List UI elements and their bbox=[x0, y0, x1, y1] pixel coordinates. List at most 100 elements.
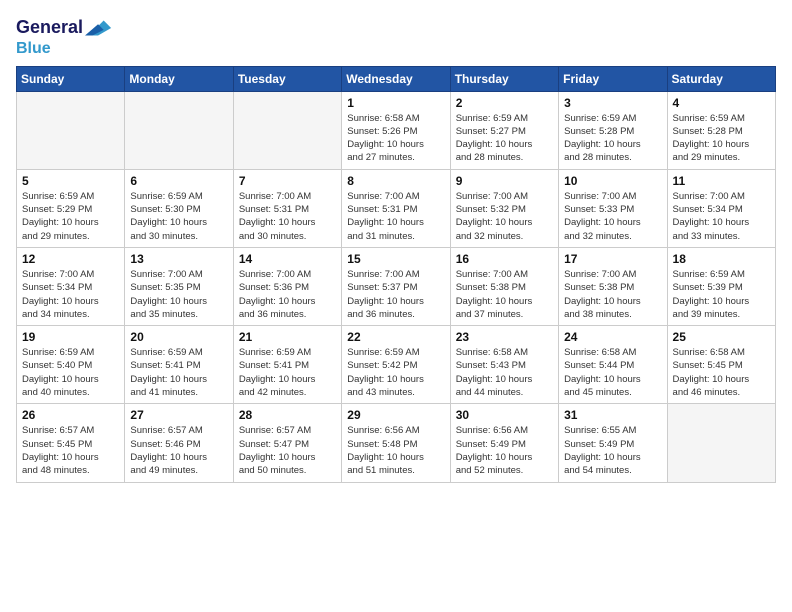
calendar-cell bbox=[233, 91, 341, 169]
day-number: 18 bbox=[673, 252, 770, 266]
calendar-week-4: 26 Sunrise: 6:57 AM Sunset: 5:45 PM Dayli… bbox=[17, 404, 776, 482]
day-info: Sunrise: 7:00 AM Sunset: 5:34 PM Dayligh… bbox=[22, 268, 119, 321]
day-number: 1 bbox=[347, 96, 444, 110]
calendar-table: SundayMondayTuesdayWednesdayThursdayFrid… bbox=[16, 66, 776, 483]
calendar-cell: 26 Sunrise: 6:57 AM Sunset: 5:45 PM Dayli… bbox=[17, 404, 125, 482]
day-info: Sunrise: 6:55 AM Sunset: 5:49 PM Dayligh… bbox=[564, 424, 661, 477]
calendar-week-0: 1 Sunrise: 6:58 AM Sunset: 5:26 PM Daylig… bbox=[17, 91, 776, 169]
day-number: 29 bbox=[347, 408, 444, 422]
logo-text: General bbox=[16, 18, 83, 38]
calendar-cell: 18 Sunrise: 6:59 AM Sunset: 5:39 PM Dayli… bbox=[667, 247, 775, 325]
day-number: 27 bbox=[130, 408, 227, 422]
day-info: Sunrise: 6:59 AM Sunset: 5:28 PM Dayligh… bbox=[673, 112, 770, 165]
day-number: 7 bbox=[239, 174, 336, 188]
day-info: Sunrise: 7:00 AM Sunset: 5:35 PM Dayligh… bbox=[130, 268, 227, 321]
col-header-sunday: Sunday bbox=[17, 66, 125, 91]
logo-icon bbox=[85, 16, 113, 40]
day-number: 31 bbox=[564, 408, 661, 422]
calendar-cell: 4 Sunrise: 6:59 AM Sunset: 5:28 PM Daylig… bbox=[667, 91, 775, 169]
calendar-cell: 13 Sunrise: 7:00 AM Sunset: 5:35 PM Dayli… bbox=[125, 247, 233, 325]
calendar-cell: 3Sunrise: 6:59 AM Sunset: 5:28 PM Daylig… bbox=[559, 91, 667, 169]
calendar-cell: 31 Sunrise: 6:55 AM Sunset: 5:49 PM Dayli… bbox=[559, 404, 667, 482]
logo: General Blue bbox=[16, 16, 113, 58]
calendar-week-2: 12 Sunrise: 7:00 AM Sunset: 5:34 PM Dayli… bbox=[17, 247, 776, 325]
calendar-header-row: SundayMondayTuesdayWednesdayThursdayFrid… bbox=[17, 66, 776, 91]
calendar-cell: 28Sunrise: 6:57 AM Sunset: 5:47 PM Dayli… bbox=[233, 404, 341, 482]
day-number: 8 bbox=[347, 174, 444, 188]
day-info: Sunrise: 6:59 AM Sunset: 5:27 PM Dayligh… bbox=[456, 112, 553, 165]
day-number: 23 bbox=[456, 330, 553, 344]
day-number: 19 bbox=[22, 330, 119, 344]
day-number: 28 bbox=[239, 408, 336, 422]
day-info: Sunrise: 6:59 AM Sunset: 5:28 PM Dayligh… bbox=[564, 112, 661, 165]
calendar-cell: 25Sunrise: 6:58 AM Sunset: 5:45 PM Dayli… bbox=[667, 326, 775, 404]
calendar-cell: 19Sunrise: 6:59 AM Sunset: 5:40 PM Dayli… bbox=[17, 326, 125, 404]
col-header-wednesday: Wednesday bbox=[342, 66, 450, 91]
calendar-week-3: 19Sunrise: 6:59 AM Sunset: 5:40 PM Dayli… bbox=[17, 326, 776, 404]
calendar-cell: 7 Sunrise: 7:00 AM Sunset: 5:31 PM Daylig… bbox=[233, 169, 341, 247]
day-info: Sunrise: 7:00 AM Sunset: 5:33 PM Dayligh… bbox=[564, 190, 661, 243]
day-info: Sunrise: 6:57 AM Sunset: 5:45 PM Dayligh… bbox=[22, 424, 119, 477]
calendar-cell: 27Sunrise: 6:57 AM Sunset: 5:46 PM Dayli… bbox=[125, 404, 233, 482]
calendar-cell bbox=[17, 91, 125, 169]
day-info: Sunrise: 7:00 AM Sunset: 5:37 PM Dayligh… bbox=[347, 268, 444, 321]
day-info: Sunrise: 6:59 AM Sunset: 5:29 PM Dayligh… bbox=[22, 190, 119, 243]
day-info: Sunrise: 6:59 AM Sunset: 5:41 PM Dayligh… bbox=[130, 346, 227, 399]
day-info: Sunrise: 7:00 AM Sunset: 5:34 PM Dayligh… bbox=[673, 190, 770, 243]
day-number: 24 bbox=[564, 330, 661, 344]
calendar-cell: 5 Sunrise: 6:59 AM Sunset: 5:29 PM Daylig… bbox=[17, 169, 125, 247]
calendar-cell: 30 Sunrise: 6:56 AM Sunset: 5:49 PM Dayli… bbox=[450, 404, 558, 482]
day-number: 2 bbox=[456, 96, 553, 110]
day-info: Sunrise: 7:00 AM Sunset: 5:38 PM Dayligh… bbox=[564, 268, 661, 321]
day-number: 26 bbox=[22, 408, 119, 422]
day-number: 30 bbox=[456, 408, 553, 422]
calendar-cell: 6 Sunrise: 6:59 AM Sunset: 5:30 PM Daylig… bbox=[125, 169, 233, 247]
day-number: 15 bbox=[347, 252, 444, 266]
day-info: Sunrise: 6:59 AM Sunset: 5:39 PM Dayligh… bbox=[673, 268, 770, 321]
day-info: Sunrise: 6:58 AM Sunset: 5:43 PM Dayligh… bbox=[456, 346, 553, 399]
col-header-thursday: Thursday bbox=[450, 66, 558, 91]
calendar-cell: 22 Sunrise: 6:59 AM Sunset: 5:42 PM Dayli… bbox=[342, 326, 450, 404]
day-info: Sunrise: 7:00 AM Sunset: 5:36 PM Dayligh… bbox=[239, 268, 336, 321]
day-number: 14 bbox=[239, 252, 336, 266]
day-info: Sunrise: 6:58 AM Sunset: 5:26 PM Dayligh… bbox=[347, 112, 444, 165]
day-number: 22 bbox=[347, 330, 444, 344]
day-info: Sunrise: 7:00 AM Sunset: 5:31 PM Dayligh… bbox=[347, 190, 444, 243]
day-number: 10 bbox=[564, 174, 661, 188]
calendar-cell: 9Sunrise: 7:00 AM Sunset: 5:32 PM Daylig… bbox=[450, 169, 558, 247]
calendar-cell: 10 Sunrise: 7:00 AM Sunset: 5:33 PM Dayli… bbox=[559, 169, 667, 247]
calendar-cell: 16Sunrise: 7:00 AM Sunset: 5:38 PM Dayli… bbox=[450, 247, 558, 325]
calendar-cell: 29 Sunrise: 6:56 AM Sunset: 5:48 PM Dayli… bbox=[342, 404, 450, 482]
calendar-cell: 8 Sunrise: 7:00 AM Sunset: 5:31 PM Daylig… bbox=[342, 169, 450, 247]
col-header-saturday: Saturday bbox=[667, 66, 775, 91]
calendar-cell bbox=[667, 404, 775, 482]
calendar-cell: 15 Sunrise: 7:00 AM Sunset: 5:37 PM Dayli… bbox=[342, 247, 450, 325]
calendar-week-1: 5 Sunrise: 6:59 AM Sunset: 5:29 PM Daylig… bbox=[17, 169, 776, 247]
day-number: 20 bbox=[130, 330, 227, 344]
col-header-monday: Monday bbox=[125, 66, 233, 91]
day-info: Sunrise: 6:59 AM Sunset: 5:41 PM Dayligh… bbox=[239, 346, 336, 399]
day-number: 9 bbox=[456, 174, 553, 188]
day-number: 4 bbox=[673, 96, 770, 110]
day-info: Sunrise: 7:00 AM Sunset: 5:31 PM Dayligh… bbox=[239, 190, 336, 243]
day-info: Sunrise: 6:56 AM Sunset: 5:49 PM Dayligh… bbox=[456, 424, 553, 477]
calendar-cell bbox=[125, 91, 233, 169]
day-number: 12 bbox=[22, 252, 119, 266]
day-number: 16 bbox=[456, 252, 553, 266]
col-header-tuesday: Tuesday bbox=[233, 66, 341, 91]
calendar-cell: 2 Sunrise: 6:59 AM Sunset: 5:27 PM Daylig… bbox=[450, 91, 558, 169]
day-number: 11 bbox=[673, 174, 770, 188]
day-number: 6 bbox=[130, 174, 227, 188]
day-info: Sunrise: 6:59 AM Sunset: 5:42 PM Dayligh… bbox=[347, 346, 444, 399]
day-number: 25 bbox=[673, 330, 770, 344]
day-info: Sunrise: 6:58 AM Sunset: 5:44 PM Dayligh… bbox=[564, 346, 661, 399]
calendar-cell: 23 Sunrise: 6:58 AM Sunset: 5:43 PM Dayli… bbox=[450, 326, 558, 404]
calendar-cell: 11 Sunrise: 7:00 AM Sunset: 5:34 PM Dayli… bbox=[667, 169, 775, 247]
calendar-cell: 12 Sunrise: 7:00 AM Sunset: 5:34 PM Dayli… bbox=[17, 247, 125, 325]
day-number: 5 bbox=[22, 174, 119, 188]
day-info: Sunrise: 6:59 AM Sunset: 5:30 PM Dayligh… bbox=[130, 190, 227, 243]
col-header-friday: Friday bbox=[559, 66, 667, 91]
day-info: Sunrise: 6:56 AM Sunset: 5:48 PM Dayligh… bbox=[347, 424, 444, 477]
calendar-cell: 1 Sunrise: 6:58 AM Sunset: 5:26 PM Daylig… bbox=[342, 91, 450, 169]
day-number: 13 bbox=[130, 252, 227, 266]
